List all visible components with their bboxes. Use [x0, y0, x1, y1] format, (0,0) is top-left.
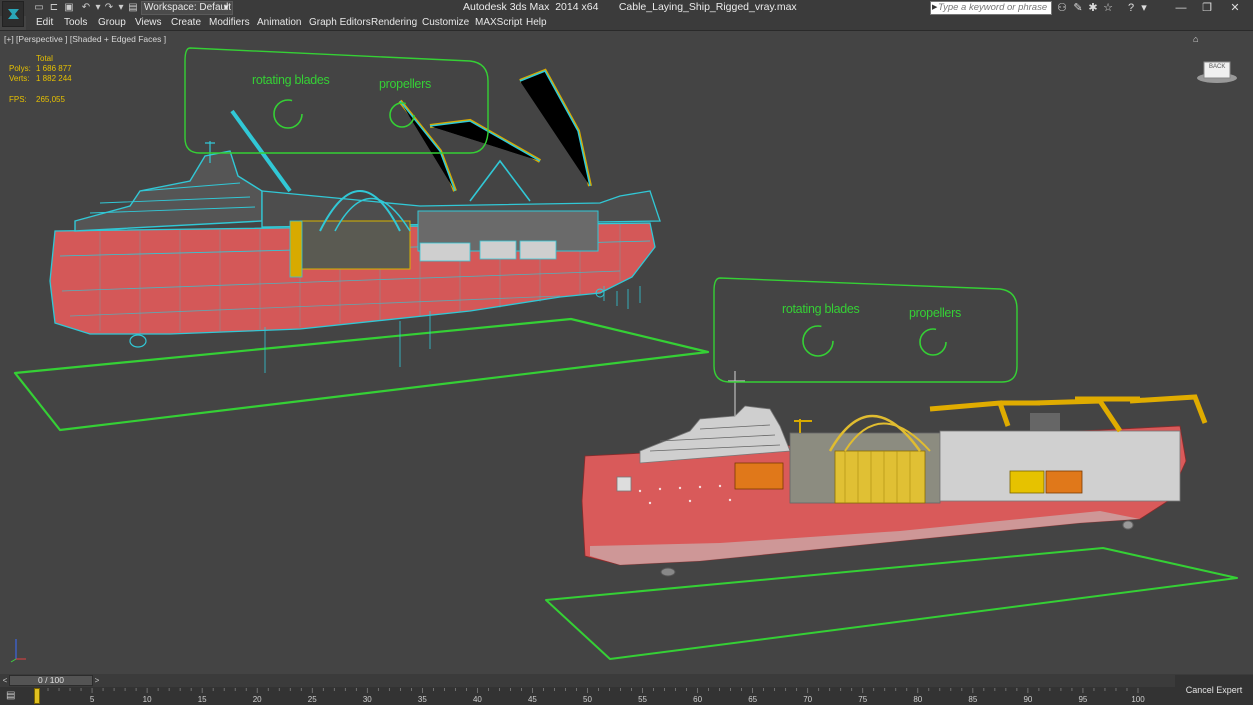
save-file-icon[interactable]: ▣ — [63, 2, 75, 13]
ruler-tick-label: 95 — [1078, 695, 1087, 704]
restore-button[interactable]: ❐ — [1194, 0, 1220, 16]
undo-icon[interactable]: ↶ — [80, 2, 92, 13]
rotating-blades-label-left[interactable]: rotating blades — [252, 73, 330, 87]
rotating-blades-label-right[interactable]: rotating blades — [782, 302, 860, 316]
ruler-tick-label: 75 — [858, 695, 867, 704]
title-bar: ▭ ⊏ ▣ ↶ ▾ ↷ ▾ ▤ Workspace: Default ▼ Aut… — [0, 0, 1253, 27]
ruler-tick-label: 65 — [748, 695, 757, 704]
chevron-down-icon: ▼ — [222, 3, 230, 12]
project-folder-icon[interactable]: ▤ — [127, 2, 139, 13]
menu-customize[interactable]: Customize — [422, 17, 469, 29]
ruler-tick-label: 55 — [638, 695, 647, 704]
new-file-icon[interactable]: ▭ — [33, 2, 45, 13]
ruler-tick-label: 15 — [198, 695, 207, 704]
time-slider[interactable]: 0 / 100 — [9, 675, 93, 686]
scene-canvas — [13, 47, 1238, 660]
menu-bar: Edit Tools Group Views Create Modifiers … — [26, 16, 1253, 30]
axis-tripod-icon — [10, 639, 26, 663]
ruler-tick-label: 60 — [693, 695, 702, 704]
ruler-tick-label: 40 — [473, 695, 482, 704]
perspective-viewport[interactable]: rotating blades propellers rotating blad… — [0, 30, 1253, 674]
time-next-icon[interactable]: > — [93, 675, 101, 686]
window-title: Autodesk 3ds Max 2014 x64 Cable_Laying_S… — [463, 1, 797, 13]
workspace-label: Workspace: Default — [144, 2, 232, 13]
ruler-tick-label: 100 — [1131, 695, 1145, 704]
workspace-dropdown[interactable]: Workspace: Default ▼ — [141, 1, 233, 15]
viewcube-home-icon[interactable]: ⌂ — [1193, 34, 1201, 44]
ruler-tick-label: 45 — [528, 695, 537, 704]
ruler-tick-label: 10 — [143, 695, 152, 704]
ruler-tick-label: 50 — [583, 695, 592, 704]
ruler-tick-label: 25 — [308, 695, 317, 704]
stats-polys-label: Polys: — [9, 64, 31, 73]
fps-label: FPS: — [9, 95, 27, 104]
ruler-tick-label: 20 — [253, 695, 262, 704]
stats-verts-label: Verts: — [9, 74, 30, 83]
menu-create[interactable]: Create — [171, 17, 201, 29]
ruler-tick-label: 30 — [363, 695, 372, 704]
menu-group[interactable]: Group — [98, 17, 126, 29]
ruler-tick-label: 80 — [913, 695, 922, 704]
viewcube[interactable]: BACK — [1196, 58, 1238, 87]
menu-edit[interactable]: Edit — [36, 17, 53, 29]
menu-views[interactable]: Views — [135, 17, 162, 29]
minimize-button[interactable]: — — [1168, 0, 1194, 16]
cancel-expert-mode-button[interactable]: Cancel Expert Mode — [1175, 675, 1253, 705]
stats-polys-value: 1 686 877 — [36, 64, 72, 73]
ruler-tick-label: 35 — [418, 695, 427, 704]
ruler-tick-label: 90 — [1023, 695, 1032, 704]
search-arrow-icon: ▶ — [932, 4, 938, 11]
3dsmax-logo-icon — [8, 9, 19, 19]
time-slider-bar: < 0 / 100 > — [0, 674, 1253, 687]
menu-animation[interactable]: Animation — [257, 17, 301, 29]
tools-icon[interactable]: ✱ — [1086, 1, 1100, 15]
menu-help[interactable]: Help — [526, 17, 547, 29]
binoculars-icon[interactable]: ⚇ — [1055, 1, 1069, 15]
current-frame-marker[interactable] — [34, 688, 40, 704]
favorites-star-icon[interactable]: ☆ — [1101, 1, 1115, 15]
rig-control-panel-left[interactable] — [184, 47, 489, 154]
search-input[interactable]: ▶ Type a keyword or phrase — [930, 1, 1052, 15]
menu-tools[interactable]: Tools — [64, 17, 87, 29]
propellers-label-right[interactable]: propellers — [909, 306, 961, 320]
track-bar[interactable]: 5 10 15 20 25 30 35 40 45 50 55 60 65 70 75 80 85 90 95 100… — [0, 687, 1253, 705]
ruler-tick-label: 70 — [803, 695, 812, 704]
viewcube-face-label: BACK — [1209, 64, 1226, 70]
redo-icon[interactable]: ↷ — [103, 2, 115, 13]
menu-modifiers[interactable]: Modifiers — [209, 17, 250, 29]
viewport-label-menu[interactable]: [+] [Perspective ] [Shaded + Edged Faces… — [4, 34, 166, 44]
time-slider-label: 0 / 100 — [38, 675, 64, 685]
stats-header: Total — [36, 54, 53, 63]
time-prev-icon[interactable]: < — [1, 675, 9, 686]
menu-graph-editors[interactable]: Graph Editors — [309, 17, 371, 29]
menu-maxscript[interactable]: MAXScript — [475, 17, 522, 29]
wireframe-ship[interactable] — [13, 68, 710, 432]
rig-control-panel-right[interactable] — [713, 277, 1018, 383]
open-file-icon[interactable]: ⊏ — [48, 2, 60, 13]
shaded-ship[interactable] — [545, 371, 1238, 660]
timeline-ruler[interactable]: 5 10 15 20 25 30 35 40 45 50 55 60 65 70 75 80 85 90 95 100 — [0, 687, 1175, 705]
ruler-tick-label: 5 — [90, 695, 95, 704]
search-placeholder: Type a keyword or phrase — [938, 2, 1048, 13]
ruler-tick-label: 85 — [968, 695, 977, 704]
fps-value: 265,055 — [36, 95, 65, 104]
curve-editor-icon[interactable]: ▤ — [6, 690, 20, 702]
menu-rendering[interactable]: Rendering — [371, 17, 417, 29]
redo-dropdown-icon[interactable]: ▾ — [115, 2, 127, 13]
close-button[interactable]: ✕ — [1222, 0, 1248, 16]
help-icon[interactable]: ? — [1124, 1, 1138, 15]
stats-verts-value: 1 882 244 — [36, 74, 72, 83]
app-menu-button[interactable] — [2, 1, 24, 27]
propellers-label-left[interactable]: propellers — [379, 77, 431, 91]
communication-center-icon[interactable]: ✎ — [1071, 1, 1085, 15]
help-dropdown-icon[interactable]: ▾ — [1137, 1, 1151, 15]
